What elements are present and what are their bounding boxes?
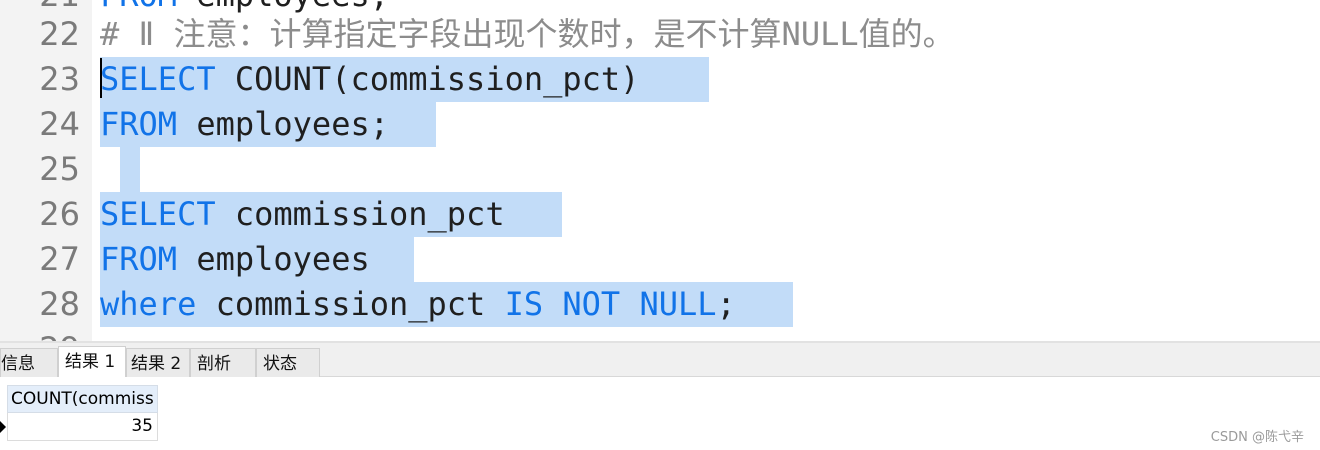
code-text-selected: SELECT COUNT(commission_pct) — [100, 57, 709, 102]
text-caret — [100, 58, 102, 98]
tab-result-1[interactable]: 结果 1 — [58, 346, 126, 380]
code-text-selected: FROM employees — [100, 237, 414, 282]
table-cell[interactable]: 35 — [7, 413, 158, 441]
result-tab-bar: 信息 结果 1 结果 2 剖析 状态 — [0, 341, 1320, 380]
current-row-arrow-icon — [0, 421, 6, 433]
sql-editor[interactable]: 21 FROM employees; 22 # Ⅱ 注意：计算指定字段出现个数时… — [0, 0, 1320, 341]
code-text-selected: FROM employees; — [100, 102, 436, 147]
line-number: 22 — [39, 15, 80, 53]
code-text-selected: SELECT commission_pct — [100, 192, 562, 237]
result-grid: COUNT(commiss 35 — [0, 377, 1320, 450]
code-fragment: COUNT(commission_pct) — [215, 60, 640, 98]
code-line-25: 25 — [0, 147, 1320, 192]
tab-result-2[interactable]: 结果 2 — [126, 348, 190, 379]
selection-block — [120, 147, 140, 192]
tab-profile[interactable]: 剖析 — [190, 348, 256, 379]
code-fragment: commission_pct — [215, 195, 505, 233]
line-number: 26 — [39, 195, 80, 233]
watermark: CSDN @陈弋辛 — [1210, 430, 1304, 445]
keyword: where — [100, 285, 197, 323]
column-header[interactable]: COUNT(commiss — [7, 385, 158, 413]
code-line-23: 23 SELECT COUNT(commission_pct) — [0, 57, 1320, 102]
line-number: 24 — [39, 105, 80, 143]
line-number: 27 — [39, 240, 80, 278]
code-line-28: 28 where commission_pct IS NOT NULL; — [0, 282, 1320, 327]
code-line-22: 22 # Ⅱ 注意：计算指定字段出现个数时，是不计算NULL值的。 — [0, 12, 1320, 57]
line-number: 25 — [39, 150, 80, 188]
tab-status[interactable]: 状态 — [256, 348, 320, 379]
code-fragment: commission_pct — [196, 285, 505, 323]
code-fragment: ; — [716, 285, 736, 323]
line-number: 28 — [39, 285, 80, 323]
keyword: SELECT — [100, 195, 216, 233]
line-number: 23 — [39, 60, 80, 98]
code-line-27: 27 FROM employees — [0, 237, 1320, 282]
code-fragment: employees — [177, 240, 370, 278]
code-fragment: employees; — [177, 105, 389, 143]
line-number: 29 — [0, 327, 80, 341]
keyword: SELECT — [100, 60, 216, 98]
code-text-selected: where commission_pct IS NOT NULL; — [100, 282, 793, 327]
code-line-29: 29 — [0, 327, 1320, 341]
code-line-24: 24 FROM employees; — [0, 102, 1320, 147]
tab-info[interactable]: 信息 — [0, 348, 58, 379]
comment-text: # Ⅱ 注意：计算指定字段出现个数时，是不计算NULL值的。 — [100, 15, 955, 53]
keyword: FROM — [100, 240, 178, 278]
code-line-26: 26 SELECT commission_pct — [0, 192, 1320, 237]
keyword: FROM — [100, 105, 178, 143]
keyword: IS NOT NULL — [504, 285, 717, 323]
